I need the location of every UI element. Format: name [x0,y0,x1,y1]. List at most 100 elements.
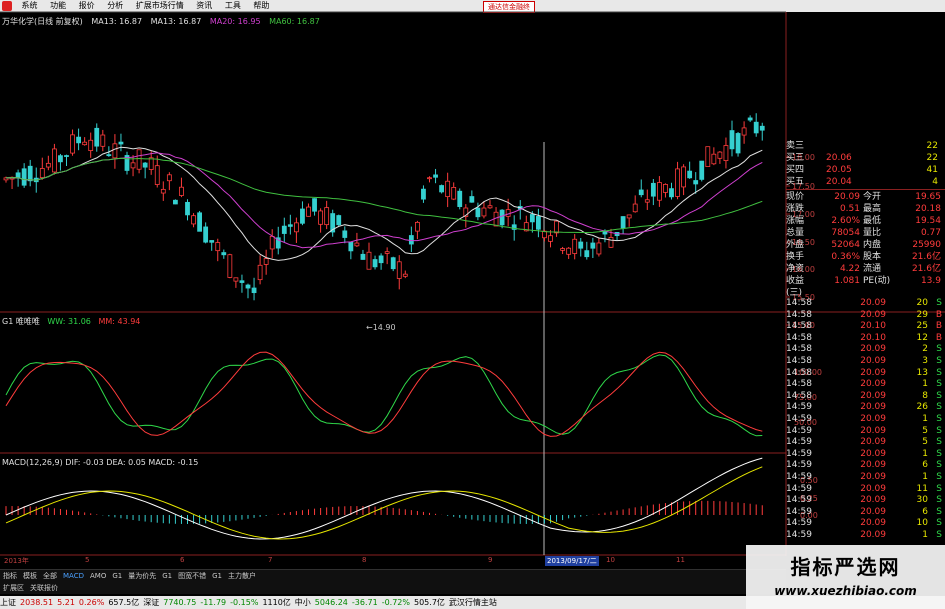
indicator-tab[interactable]: 全部 [40,570,60,582]
candle [644,199,650,203]
candle [21,168,27,186]
indicator-tab[interactable]: G1 [109,570,125,582]
tick-row: 14:59 20.09 1 S [786,530,945,542]
tick-side: S [936,344,942,355]
candle [711,153,717,165]
candle [172,199,178,205]
indicator-tab[interactable]: MACD [60,570,87,582]
candle [306,206,311,217]
tick-row: 14:58 20.10 12 B [786,333,945,345]
tick-row: 14:59 20.09 10 S [786,518,945,530]
tick-side: S [936,506,942,517]
tick-volume: 1 [922,413,928,424]
tick-side: S [936,448,942,459]
dif-line [5,457,763,540]
candle [408,235,414,245]
stat-label: 股本 [863,252,882,262]
x-axis-label: 8 [362,556,367,564]
candle [554,220,559,234]
candle [499,209,505,226]
indicator-tab[interactable]: 模板 [20,570,40,582]
candle [396,261,402,279]
indicator-tab[interactable]: 量为价先 [125,570,159,582]
x-axis-label: 6 [180,556,185,564]
extension-tab[interactable]: 扩展区 [0,582,27,594]
candle [318,210,324,225]
candle [378,255,384,264]
tick-volume: 6 [922,506,928,517]
indicator-tab[interactable]: AMO [87,570,109,582]
tick-time: 14:59 [786,460,812,471]
candle [529,214,535,223]
candle [136,149,142,170]
tick-price: 20.09 [860,529,886,540]
candle [753,121,759,134]
candle [620,216,626,229]
candle [191,215,196,225]
stat-row: 净资 4.22 流通 21.6亿 [786,263,945,275]
indicator-tab[interactable]: G1 [209,570,225,582]
stat-row: 外盘 52064 内盘 25990 [786,239,945,251]
extension-tab[interactable]: 关联报价 [27,582,61,594]
candle [342,230,348,238]
stat-value: 0.77 [920,228,941,238]
indicator-tab[interactable]: 图宽不错 [175,570,209,582]
status-item: -36.71 [351,598,378,607]
candle [154,165,160,185]
status-item: 505.7亿 [414,598,445,607]
candle [148,157,154,170]
candle [681,166,686,188]
tick-price: 20.09 [860,379,886,390]
bid-volume: 22 [926,141,938,151]
tick-side: B [935,309,942,320]
indicator-tab[interactable]: 指标 [0,570,20,582]
tick-price: 20.09 [860,460,886,471]
bid-label: 买三 [786,153,805,163]
tick-row: 14:59 20.09 1 S [786,449,945,461]
candle [58,155,63,163]
candle [293,222,299,233]
tick-time: 14:58 [786,332,812,343]
stat-value: 2.60% [831,216,860,226]
bid-row: 买三 20.06 22 [786,152,945,164]
candle [300,208,305,224]
candle [245,284,251,289]
candle [94,127,100,147]
x-axis-label: 9 [488,556,493,564]
candle [560,248,565,251]
tick-time: 14:59 [786,425,812,436]
indicator-tab[interactable]: 主力散户 [225,570,259,582]
bid-price: 20.06 [826,153,852,163]
indicator-tab[interactable]: G1 [159,570,175,582]
candle [741,127,747,136]
status-item: 深证 [143,598,160,607]
tick-row: 14:58 20.09 8 S [786,391,945,403]
tick-price: 20.09 [860,448,886,459]
candle [269,235,275,250]
candle [287,224,293,227]
tick-side: S [936,390,942,401]
indicator1-header: G1 唯唯唯 WW: 31.06 MM: 43.94 [2,316,145,327]
candle [197,212,203,232]
candle [602,231,608,235]
bid-row: 买五 20.04 4 [786,176,945,188]
candle [699,160,705,180]
candle [52,148,57,173]
bid-price: 20.05 [826,165,852,175]
tick-volume: 25 [916,321,928,332]
status-item: 0.26% [78,598,105,607]
tick-volume: 30 [916,495,928,506]
x-axis-label: 2013年 [4,557,29,565]
tick-price: 20.09 [860,355,886,366]
bid-label: 卖三 [786,141,805,151]
tick-price: 20.09 [860,471,886,482]
tick-row: 14:58 20.09 2 S [786,344,945,356]
candle [421,188,426,200]
stat-label: 流通 [863,264,882,274]
candle [735,133,741,154]
macd-params: MACD(12,26,9) DIF: -0.03 DEA: 0.05 MACD:… [2,458,199,467]
candle [360,253,366,260]
tick-row: 14:58 20.09 29 B [786,310,945,322]
tick-time: 14:58 [786,309,812,320]
candle [663,183,668,193]
